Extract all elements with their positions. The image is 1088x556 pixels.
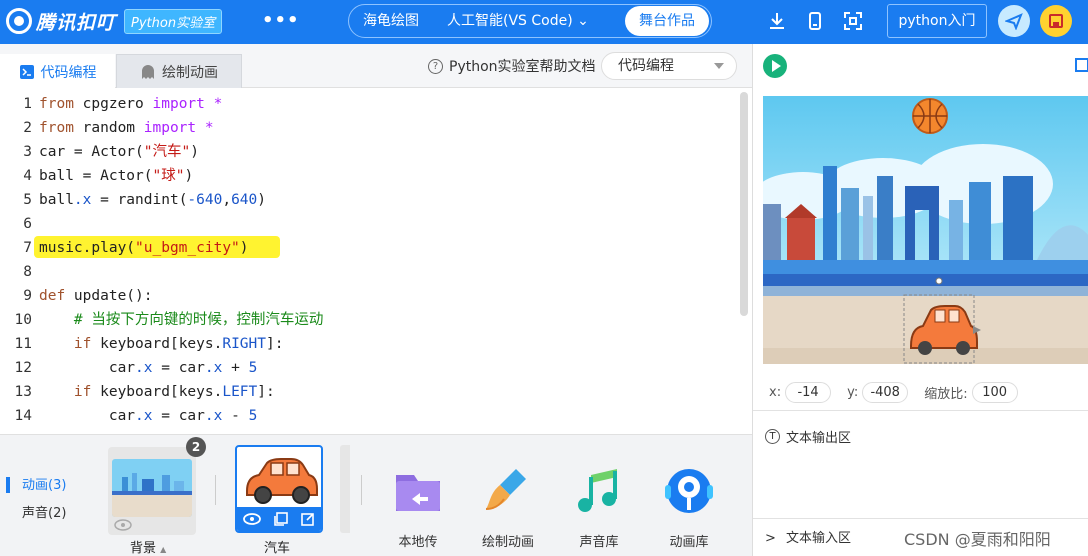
music-note-icon (578, 469, 617, 512)
car-card-toolbar (237, 507, 321, 531)
code-line: 14 car.x = car.x - 5 (14, 408, 258, 424)
more-menu-button[interactable]: ••• (262, 10, 300, 31)
mode-switcher: 海龟绘图 人工智能(VS Code) ⌄ 舞台作品 (348, 4, 712, 38)
python-intro-button[interactable]: python入门 (887, 4, 987, 38)
download-icon[interactable] (766, 10, 788, 32)
code-line: 11 if keyboard[keys.RIGHT]: (14, 336, 284, 352)
brand-name: 腾讯扣叮 (36, 11, 117, 34)
code-line: 9 def update(): (23, 288, 153, 304)
help-doc-link[interactable]: ? Python实验室帮助文档 (428, 56, 596, 76)
send-icon (1005, 13, 1023, 30)
code-line: 3 car = Actor("汽车") (23, 144, 199, 160)
mode-turtle[interactable]: 海龟绘图 (349, 6, 433, 36)
divider (361, 475, 362, 505)
upload-local-button[interactable]: 本地传 (378, 465, 458, 550)
scale-field[interactable]: 100 (971, 381, 1018, 403)
car-thumbnail (246, 458, 318, 504)
animation-library-button[interactable]: 动画库 (649, 465, 729, 550)
eye-icon[interactable] (243, 513, 262, 525)
edit-icon[interactable] (300, 512, 315, 526)
top-bar: 腾讯扣叮 Python实验室 ••• 海龟绘图 人工智能(VS Code) ⌄ … (0, 0, 1088, 44)
asset-panel: 动画(3) 声音(2) 2 背景 ▲ 汽车 本地传 绘制动画 声音库 动画库 (0, 434, 752, 556)
question-icon: ? (428, 58, 443, 74)
tab-code[interactable]: 代码编程 (0, 54, 115, 88)
background-thumbnail (112, 459, 192, 517)
robot-icon (665, 469, 713, 513)
draw-animation-button[interactable]: 绘制动画 (468, 465, 548, 550)
code-icon (19, 65, 34, 79)
code-line: 12 car.x = car.x + 5 (14, 360, 258, 376)
car-sprite-card[interactable] (235, 445, 323, 533)
chevron-right-icon: > (765, 531, 776, 546)
divider (215, 475, 216, 505)
background-label[interactable]: 背景 ▲ (130, 537, 166, 556)
mobile-icon[interactable] (804, 10, 826, 32)
editor-scrollbar[interactable] (740, 92, 748, 316)
send-button[interactable] (998, 5, 1030, 37)
nav-sound[interactable]: 声音(2) (0, 503, 66, 531)
copy-icon[interactable] (274, 512, 288, 526)
logo-icon (6, 8, 32, 34)
y-field[interactable]: -408 (862, 381, 909, 403)
code-line: 5 ball.x = randint(-640,640) (23, 192, 267, 208)
tab-draw-animation[interactable]: 绘制动画 (116, 54, 242, 88)
nav-animation[interactable]: 动画(3) (0, 475, 66, 503)
code-line: 10 # 当按下方向键的时候，控制汽车运动 (14, 312, 324, 328)
code-editor[interactable]: 1 from cpgzero import * 2 from random impo… (0, 88, 752, 434)
code-line: 13 if keyboard[keys.LEFT]: (14, 384, 275, 400)
save-icon (1049, 14, 1063, 28)
folder-upload-icon (396, 475, 440, 511)
watermark: CSDN @夏雨和阳阳 (904, 530, 1051, 549)
code-line: 7 music.play("u_bgm_city") (23, 240, 249, 256)
fullscreen-icon[interactable] (842, 10, 864, 32)
eye-icon[interactable] (114, 519, 132, 531)
next-sprite-card[interactable] (340, 445, 350, 533)
chevron-down-icon: ⌄ (577, 13, 589, 29)
sprite-coords: x: -14 y: -408 缩放比: 100 (753, 374, 1088, 410)
mode-stage[interactable]: 舞台作品 (625, 6, 709, 36)
run-button[interactable] (763, 54, 787, 78)
car-label: 汽车 (264, 541, 291, 556)
asset-nav: 动画(3) 声音(2) (0, 475, 66, 531)
paintbrush-icon (485, 469, 526, 510)
editor-panel: 代码编程 绘制动画 ? Python实验室帮助文档 代码编程 1 from cpg… (0, 44, 752, 434)
background-card[interactable] (108, 447, 196, 535)
stage-panel: x: -14 y: -408 缩放比: 100 T 文本输出区 > 文本输入区 (752, 44, 1088, 556)
stage-canvas[interactable] (763, 96, 1088, 364)
stage-scene (763, 96, 1088, 364)
mode-ai[interactable]: 人工智能(VS Code) ⌄ (433, 6, 603, 36)
code-line: 6 (23, 216, 32, 232)
caret-down-icon (714, 63, 724, 69)
sound-library-button[interactable]: 声音库 (559, 465, 639, 550)
ghost-icon (142, 64, 154, 79)
logo: 腾讯扣叮 Python实验室 (6, 8, 223, 34)
text-icon: T (765, 429, 780, 444)
code-line: 1 from cpgzero import * (23, 96, 223, 112)
code-line: 8 (23, 264, 32, 280)
text-output-area: T 文本输出区 (753, 410, 1088, 446)
editor-tabs: 代码编程 绘制动画 ? Python实验室帮助文档 代码编程 (0, 44, 752, 88)
editor-mode-select[interactable]: 代码编程 (601, 52, 737, 80)
code-line: 2 from random import * (23, 120, 214, 136)
caret-up-icon: ▲ (160, 545, 167, 554)
code-line: 4 ball = Actor("球") (23, 168, 194, 184)
layout-grid-icon[interactable] (1075, 58, 1088, 72)
save-button[interactable] (1040, 5, 1072, 37)
lab-badge: Python实验室 (124, 8, 223, 34)
x-field[interactable]: -14 (785, 381, 832, 403)
background-count-badge: 2 (186, 437, 206, 457)
